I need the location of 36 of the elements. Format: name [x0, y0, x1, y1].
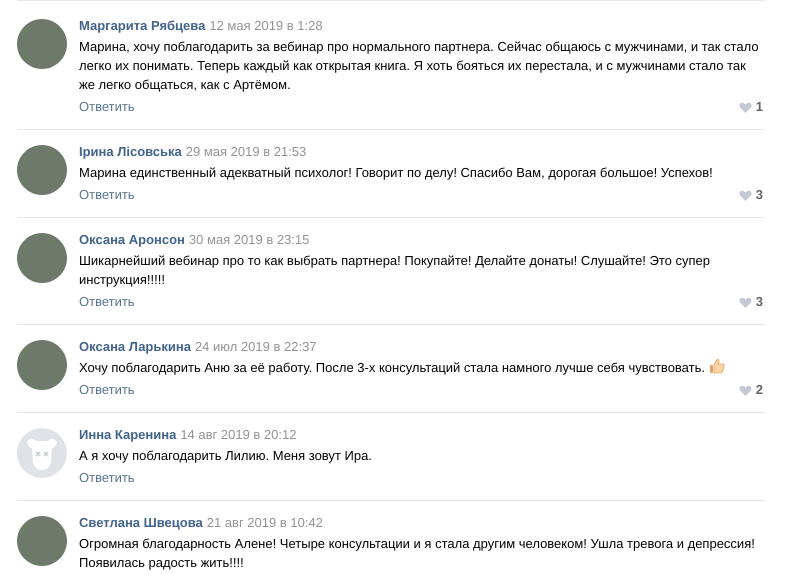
reply-link[interactable]: Ответить: [79, 186, 135, 204]
avatar-photo-placeholder[interactable]: [17, 19, 67, 69]
author-name[interactable]: Инна Каренина: [79, 427, 176, 442]
comment-date[interactable]: 29 мая 2019 в 21:53: [186, 144, 306, 159]
avatar-photo-placeholder[interactable]: [17, 516, 67, 566]
comment-date[interactable]: 30 мая 2019 в 23:15: [188, 232, 310, 247]
like-button[interactable]: 3: [738, 186, 765, 204]
avatar-photo-placeholder[interactable]: [17, 233, 67, 283]
heart-icon: [738, 296, 752, 308]
comment-text: Огромная благодарность Алене! Четыре консультации и я стала другим человеком! Ушла тревога и депрессия! Появилась радость жить!!!!: [79, 536, 755, 570]
comment-text: Марина единственный адекватный психолог! Говорит по делу! Спасибо Вам, дорогая большое! Успехов!: [79, 165, 713, 180]
like-button[interactable]: 3: [738, 293, 765, 311]
like-button[interactable]: 2: [738, 381, 765, 399]
comment-text: Марина, хочу поблагодарить за вебинар про нормального партнера. Сейчас общаюсь с мужчинами, и так стало легко их понимать. Теперь каждый как открытая книга. Я хоть бояться их перестала, и с мужчинами стало так же легко общаться, как с Артёмом.: [79, 39, 759, 92]
heart-icon: [738, 384, 752, 396]
author-name[interactable]: Оксана Ларькина: [79, 339, 191, 354]
comment-date[interactable]: 21 авг 2019 в 10:42: [206, 515, 323, 530]
avatar-photo-placeholder[interactable]: [17, 145, 67, 195]
comment-text: А я хочу поблагодарить Лилию. Меня зовут Ира.: [79, 448, 372, 463]
author-name[interactable]: Маргарита Рябцева: [79, 18, 206, 33]
avatar-photo-placeholder[interactable]: [17, 340, 67, 390]
reply-link[interactable]: Ответить: [79, 381, 135, 399]
comment-date[interactable]: 12 мая 2019 в 1:28: [209, 18, 323, 33]
heart-icon: [738, 190, 752, 200]
like-button[interactable]: 1: [738, 98, 765, 116]
reply-link[interactable]: Ответить: [79, 293, 135, 311]
comment-text: Шикарнейший вебинар про то как выбрать партнера! Покупайте! Делайте донаты! Слушайте! Это супер инструкция!!!!!: [79, 253, 710, 287]
reply-link[interactable]: Ответить: [79, 98, 135, 116]
author-name[interactable]: Ірина Лісовська: [79, 144, 182, 159]
reply-link[interactable]: Ответить: [79, 469, 135, 487]
comment-text: Хочу поблагодарить Аню за её работу. После 3-х консультаций стала намного лучше себя чувствовать.: [79, 360, 705, 375]
heart-icon: [738, 102, 752, 112]
comment-date[interactable]: 14 авг 2019 в 20:12: [180, 427, 296, 442]
author-name[interactable]: Оксана Аронсон: [79, 232, 185, 247]
comment-date[interactable]: 24 июл 2019 в 22:37: [194, 339, 317, 354]
author-name[interactable]: Светлана Швецова: [79, 515, 203, 530]
